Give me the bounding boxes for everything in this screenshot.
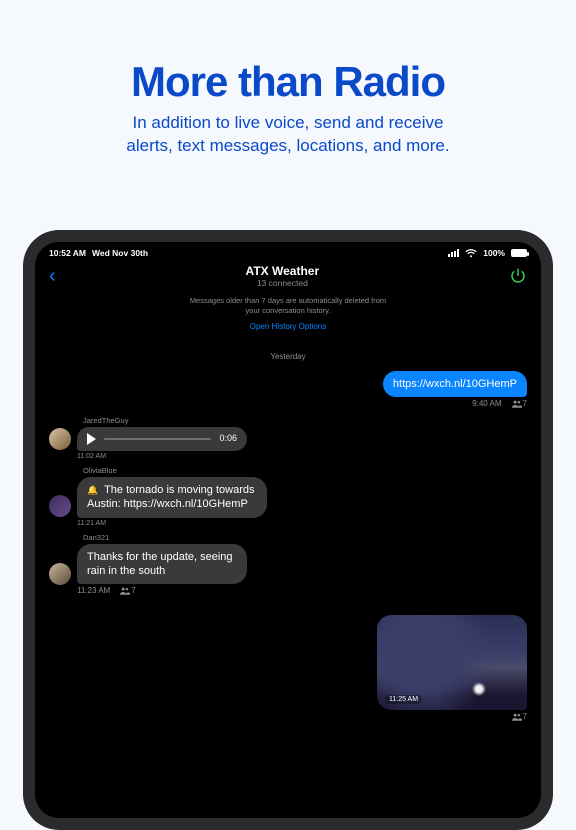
message-incoming: Dan321 Thanks for the update, seeing rai… [49, 531, 527, 596]
power-button[interactable] [509, 267, 527, 285]
wifi-icon [465, 249, 477, 258]
bell-icon: 🔔 [87, 485, 98, 495]
channel-subtitle: 13 connected [56, 278, 509, 288]
nav-header: ‹ ATX Weather 13 connected [35, 260, 541, 294]
read-count-icon: 7 [512, 399, 527, 408]
back-button[interactable]: ‹ [49, 266, 56, 286]
sender-name: JaredTheGuy [83, 416, 128, 425]
cellular-signal-icon [448, 249, 459, 257]
sender-name: OliviaBlue [83, 466, 117, 475]
voice-progress[interactable] [104, 438, 211, 440]
message-time: 9:40 AM [472, 399, 501, 408]
message-time: 11:21 AM [77, 520, 267, 527]
status-bar: 10:52 AM Wed Nov 30th 100% [35, 242, 541, 260]
message-outgoing: https://wxch.nl/10GHemP 9:40 AM 7 [49, 371, 527, 408]
message-incoming: OliviaBlue 🔔 The tornado is moving towar… [49, 464, 527, 527]
message-incoming: JaredTheGuy 0:06 11:02 AM [49, 414, 527, 460]
tablet-frame: 10:52 AM Wed Nov 30th 100% ‹ ATX Weather… [23, 230, 553, 830]
hero-section: More than Radio In addition to live voic… [0, 0, 576, 158]
battery-percent: 100% [483, 248, 505, 258]
read-count-icon: 7 [120, 586, 135, 595]
statusbar-date: Wed Nov 30th [92, 248, 148, 258]
voice-duration: 0:06 [219, 433, 237, 445]
history-notice: Messages older than 7 days are automatic… [35, 294, 541, 318]
message-time: 11:02 AM [77, 453, 247, 460]
statusbar-time: 10:52 AM [49, 248, 86, 258]
hero-subtitle: In addition to live voice, send and rece… [0, 112, 576, 158]
channel-title[interactable]: ATX Weather [56, 264, 509, 278]
image-attachment[interactable]: 11:25 AM [377, 615, 527, 710]
message-time: 11:25 AM [385, 695, 422, 704]
date-divider: Yesterday [35, 352, 541, 361]
message-list: https://wxch.nl/10GHemP 9:40 AM 7 JaredT… [35, 371, 541, 721]
avatar[interactable] [49, 428, 71, 450]
message-bubble[interactable]: https://wxch.nl/10GHemP [383, 371, 527, 397]
battery-icon [511, 249, 527, 257]
message-bubble[interactable]: 🔔 The tornado is moving towards Austin: … [77, 477, 267, 518]
voice-message-bubble[interactable]: 0:06 [77, 427, 247, 451]
open-history-options-link[interactable]: Open History Options [35, 320, 541, 334]
app-screen: 10:52 AM Wed Nov 30th 100% ‹ ATX Weather… [35, 242, 541, 818]
read-count-icon: 7 [512, 712, 527, 721]
sender-name: Dan321 [83, 533, 109, 542]
message-bubble[interactable]: Thanks for the update, seeing rain in th… [77, 544, 247, 585]
avatar[interactable] [49, 495, 71, 517]
message-outgoing-image: 11:25 AM 7 [49, 615, 527, 721]
hero-title: More than Radio [0, 58, 576, 106]
play-icon[interactable] [87, 433, 96, 445]
avatar[interactable] [49, 563, 71, 585]
message-time: 11:23 AM [77, 586, 110, 595]
